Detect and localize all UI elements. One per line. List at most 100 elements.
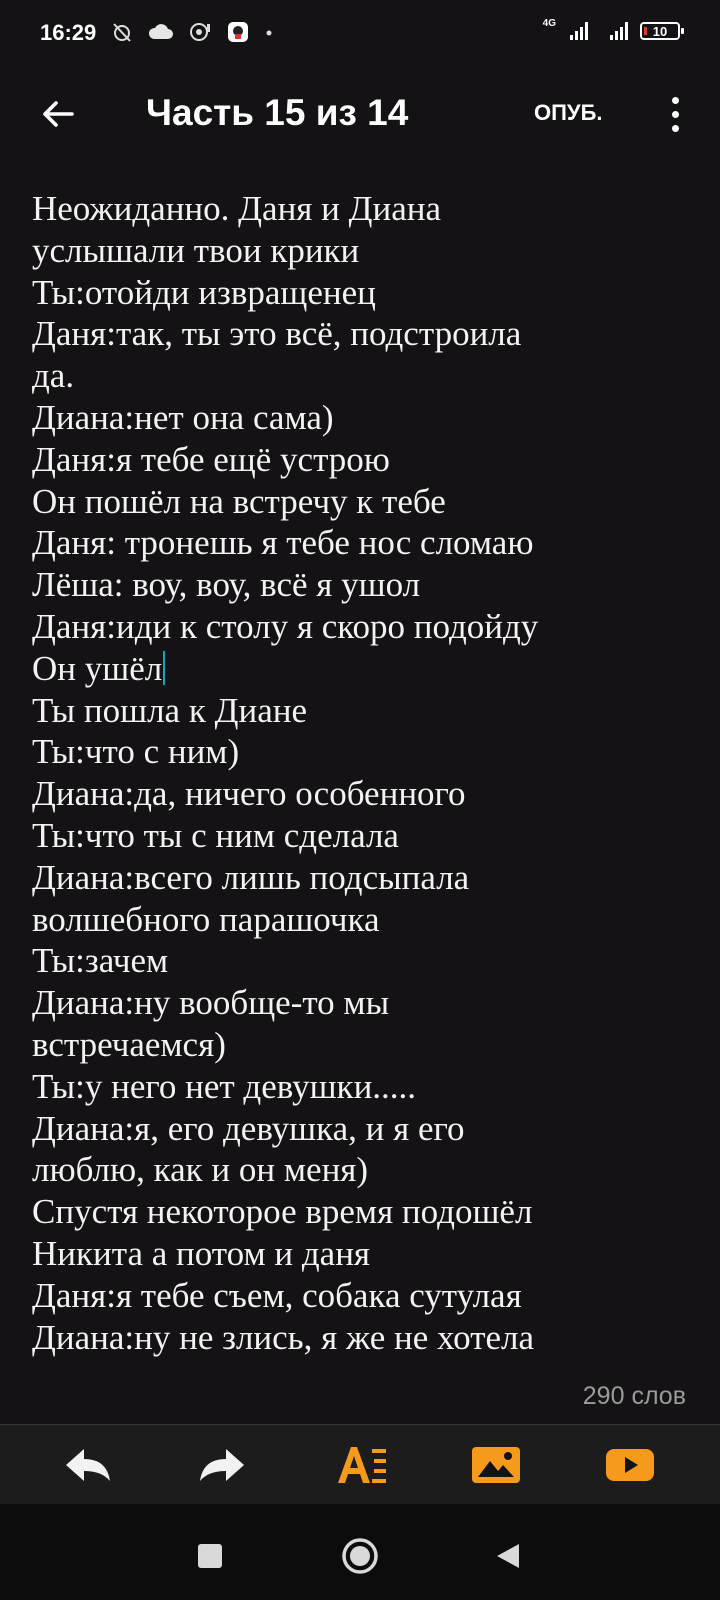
dot-icon <box>264 20 274 50</box>
text-line-content: Даня:иди к столу я скоро подойду <box>32 606 539 646</box>
text-line-content: Спустя некоторое время подошёл <box>32 1192 533 1232</box>
cloud-icon <box>148 22 174 48</box>
text-line-content: Даня:я тебе ещё устрою <box>32 439 390 479</box>
more-options-button[interactable] <box>660 90 690 138</box>
battery-icon: 10 <box>640 22 684 40</box>
text-line: Ты:отойди извращенец <box>32 272 692 314</box>
text-line-content: встречаемся) <box>32 1024 226 1064</box>
word-count: 290 слов <box>582 1382 686 1410</box>
text-line: Спустя некоторое время подошёл <box>32 1191 692 1233</box>
text-line-content: Никита а потом и даня <box>32 1233 371 1273</box>
text-line-content: Ты:у него нет девушки..... <box>32 1066 417 1106</box>
undo-button[interactable] <box>56 1437 120 1493</box>
publish-button[interactable]: ОПУБ. <box>534 100 603 126</box>
signal-strength-icon-2 <box>610 22 628 40</box>
text-line: услышали твои крики <box>32 230 692 272</box>
status-time: 16:29 <box>40 20 97 45</box>
app-notification-icon <box>226 20 250 50</box>
more-dot <box>671 96 679 104</box>
text-format-icon <box>338 1447 386 1483</box>
text-line: Он пошёл на встречу к тебе <box>32 481 692 523</box>
text-line: Ты:у него нет девушки..... <box>32 1066 692 1108</box>
text-line: Диана:всего лишь подсыпала <box>32 857 692 899</box>
alarm-off-icon <box>110 20 134 50</box>
text-line-content: Диана:да, ничего особенного <box>32 774 466 814</box>
text-line: Лёша: воу, воу, всё я ушол <box>32 564 692 606</box>
redo-button[interactable] <box>190 1437 254 1493</box>
circle-icon <box>342 1538 378 1574</box>
insert-image-button[interactable] <box>464 1437 528 1493</box>
recent-apps-button[interactable] <box>186 1532 234 1580</box>
text-line: Диана:ну не злись, я же не хотела <box>32 1317 692 1359</box>
status-bar: 16:29 4G 10 <box>0 0 720 70</box>
square-icon <box>198 1544 222 1568</box>
signal-strength-icon <box>570 22 588 40</box>
insert-video-button[interactable] <box>598 1437 662 1493</box>
text-line: Даня:так, ты это всё, подстроила <box>32 313 692 355</box>
text-line-content: Даня:так, ты это всё, подстроила <box>32 314 522 354</box>
more-dot <box>671 110 679 118</box>
text-line: Диана:да, ничего особенного <box>32 773 692 815</box>
system-back-button[interactable] <box>484 1532 532 1580</box>
text-line: Ты:что с ним) <box>32 731 692 773</box>
text-line: Он ушёл <box>32 648 692 690</box>
text-line: Даня:я тебе ещё устрою <box>32 439 692 481</box>
text-line: Даня:иди к столу я скоро подойду <box>32 606 692 648</box>
text-line-content: Диана:ну не злись, я же не хотела <box>32 1317 535 1357</box>
text-format-button[interactable] <box>330 1437 394 1493</box>
more-dot <box>671 124 679 132</box>
text-line-content: Он пошёл на встречу к тебе <box>32 481 446 521</box>
text-line-content: Ты:отойди извращенец <box>32 272 376 312</box>
status-system-icons: 4G 10 <box>543 18 684 40</box>
text-caret <box>163 650 166 685</box>
arrow-left-icon <box>43 101 74 127</box>
editor-toolbar <box>0 1424 720 1506</box>
text-line-content: Он ушёл <box>32 648 163 688</box>
text-line-content: Даня:я тебе съем, собака сутулая <box>32 1275 522 1315</box>
youtube-icon <box>606 1449 654 1481</box>
text-line: встречаемся) <box>32 1024 692 1066</box>
text-line: Ты:зачем <box>32 940 692 982</box>
text-line-content: Диана:всего лишь подсыпала <box>32 857 470 897</box>
text-line-content: Лёша: воу, воу, всё я ушол <box>32 565 421 605</box>
text-line: Ты:что ты с ним сделала <box>32 815 692 857</box>
text-line-content: Неожиданно. Даня и Диана <box>32 189 442 228</box>
status-notification-icons <box>110 20 274 50</box>
text-line: Даня: тронешь я тебе нос сломаю <box>32 522 692 564</box>
text-line: люблю, как и он меня) <box>32 1149 692 1191</box>
redo-icon <box>200 1449 244 1481</box>
text-line-content: Ты:зачем <box>32 941 169 981</box>
text-line: Диана:нет она сама) <box>32 397 692 439</box>
back-button[interactable] <box>34 90 82 138</box>
text-line-content: услышали твои крики <box>32 230 360 270</box>
text-editor[interactable]: Неожиданно. Даня и Диана услышали твои кр… <box>32 188 692 1358</box>
system-navigation-bar <box>0 1504 720 1600</box>
text-line: Даня:я тебе съем, собака сутулая <box>32 1275 692 1317</box>
text-line: Диана:я, его девушка, и я его <box>32 1108 692 1150</box>
image-icon <box>472 1447 520 1483</box>
text-line-content: Диана:ну вообще-то мы <box>32 983 390 1023</box>
text-line-content: Ты пошла к Диане <box>32 690 307 730</box>
text-line: Никита а потом и даня <box>32 1233 692 1275</box>
home-button[interactable] <box>336 1532 384 1580</box>
text-line: да. <box>32 355 692 397</box>
text-line-content: Диана:я, его девушка, и я его <box>32 1108 465 1148</box>
app-bar: Часть 15 из 14 ОПУБ. <box>0 70 720 156</box>
text-line-content: волшебного парашочка <box>32 899 380 939</box>
triangle-back-icon <box>497 1544 519 1568</box>
text-line: Диана:ну вообще-то мы <box>32 982 692 1024</box>
text-line-content: люблю, как и он меня) <box>32 1150 369 1190</box>
network-type-label: 4G <box>542 17 556 29</box>
text-line-content: Даня: тронешь я тебе нос сломаю <box>32 523 534 563</box>
text-line-content: Ты:что с ним) <box>32 732 240 772</box>
battery-level: 10 <box>652 23 668 39</box>
text-line-content: Ты:что ты с ним сделала <box>32 815 399 855</box>
text-line: волшебного парашочка <box>32 899 692 941</box>
page-title: Часть 15 из 14 <box>146 92 409 133</box>
text-line: Неожиданно. Даня и Диана <box>32 188 692 230</box>
vpn-icon <box>188 20 212 50</box>
text-line-content: Диана:нет она сама) <box>32 397 334 437</box>
undo-icon <box>66 1449 110 1481</box>
text-line-content: да. <box>32 356 75 396</box>
text-line: Ты пошла к Диане <box>32 690 692 732</box>
